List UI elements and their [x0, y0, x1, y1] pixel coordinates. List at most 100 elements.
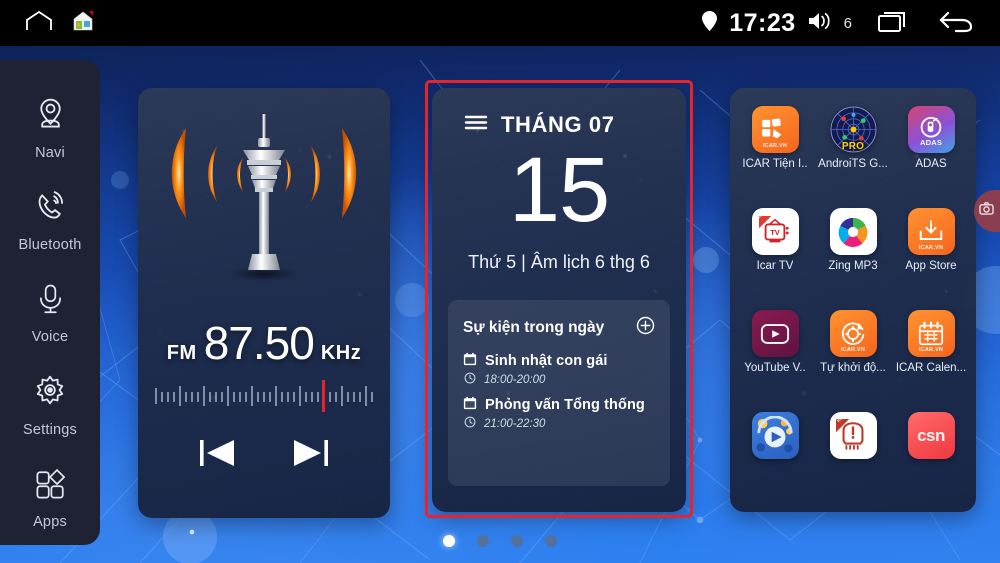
calendar-day-number: 15 [508, 139, 610, 241]
app-label: ICAR Tiện Í.. [742, 158, 808, 170]
csn-icon: csn [907, 412, 955, 459]
brand-tag: PRO [841, 141, 865, 152]
navi-pin-icon [32, 96, 69, 138]
sidebar-item-bluetooth[interactable]: Bluetooth [0, 175, 100, 268]
status-bar-clock: 17:23 [729, 8, 796, 37]
event-title-row: Phỏng vấn Tổng thống [463, 396, 655, 414]
app-item-tpms[interactable]: ICAR [814, 404, 892, 506]
calendar-events-panel: Sự kiện trong ngày Sinh nhật con gái 18:… [448, 300, 670, 486]
app-label: Icar TV [756, 260, 794, 272]
recents-square-icon[interactable] [877, 8, 911, 39]
brand-tag: ICAR.VN [762, 143, 787, 149]
fm-frequency-display: FM 87.50 KHz [138, 316, 390, 370]
location-pin-icon [701, 10, 718, 37]
volume-level: 6 [843, 14, 852, 32]
zing-mp3-icon [829, 208, 877, 255]
icar-utilities-icon: ICAR.VN [751, 106, 799, 153]
calendar-icon [463, 352, 477, 370]
next-track-icon[interactable] [288, 433, 332, 478]
app-item-icar-utilities[interactable]: ICAR.VN ICAR Tiện Í.. [736, 98, 814, 200]
prev-track-icon[interactable] [196, 433, 240, 478]
page-dot-3[interactable] [511, 535, 523, 547]
microphone-icon [33, 282, 68, 322]
brand-tag: ICAR.VN [918, 347, 943, 353]
app-label: ADAS [915, 158, 947, 170]
radio-tower-icon [138, 102, 390, 302]
back-arrow-icon[interactable] [938, 8, 976, 39]
volume-icon[interactable] [807, 10, 833, 37]
app-item-zing-mp3[interactable]: Zing MP3 [814, 200, 892, 302]
tpms-warning-icon: ICAR [829, 412, 877, 459]
app-label: YouTube V.. [744, 362, 806, 374]
app-store-download-icon: ICAR.VN [907, 208, 955, 255]
brand-tag: ICAR.VN [840, 347, 865, 353]
app-item-youtube[interactable]: YouTube V.. [736, 302, 814, 404]
app-label: App Store [905, 260, 957, 272]
fm-frequency-value: 87.50 [203, 317, 315, 369]
sidebar-item-voice[interactable]: Voice [0, 267, 100, 360]
fm-unit-label: KHz [320, 342, 362, 364]
apps-grid-icon [33, 467, 68, 507]
app-item-icar-calendar[interactable]: ICAR.VN ICAR Calen... [892, 302, 970, 404]
sidebar-item-label: Apps [33, 514, 67, 531]
app-label: AndroiTS G... [818, 158, 888, 170]
calendar-icon [463, 396, 477, 414]
event-time-row: 21:00-22:30 [463, 416, 655, 431]
app-item-media-player[interactable] [736, 404, 814, 506]
adas-camera-icon: ADAS [907, 106, 955, 153]
page-dot-4[interactable] [545, 535, 557, 547]
house-color-icon[interactable] [72, 10, 94, 37]
brand-tag: csn [917, 425, 945, 445]
camera-icon [979, 202, 994, 220]
plus-circle-icon[interactable] [636, 316, 655, 340]
home-outline-icon[interactable] [24, 9, 54, 38]
fm-tuning-scale[interactable] [152, 376, 376, 416]
sidebar-item-settings[interactable]: Settings [0, 360, 100, 453]
sidebar-item-navi[interactable]: Navi [0, 82, 100, 175]
calendar-month-label: THÁNG 07 [501, 112, 615, 137]
sidebar-item-apps[interactable]: Apps [0, 452, 100, 545]
page-indicator [0, 535, 1000, 547]
event-title-row: Sinh nhật con gái [463, 352, 655, 370]
sidebar-item-label: Bluetooth [18, 237, 82, 254]
calendar-widget[interactable]: THÁNG 07 15 Thứ 5 | Âm lịch 6 thg 6 Sự k… [432, 88, 686, 512]
fm-tuning-marker [322, 380, 325, 412]
app-label: Tự khởi độ... [820, 362, 886, 374]
hamburger-menu-icon[interactable] [464, 114, 488, 136]
clock-icon [464, 372, 476, 387]
svg-text:TV: TV [770, 227, 780, 236]
event-item[interactable]: Phỏng vấn Tổng thống 21:00-22:30 [463, 396, 655, 431]
event-time: 21:00-22:30 [484, 417, 546, 430]
fm-controls [138, 433, 390, 478]
youtube-icon [751, 310, 799, 357]
home-screen: 17:23 6 Navi Bluetooth Voice Settings Ap… [0, 0, 1000, 563]
app-item-csn[interactable]: csn [892, 404, 970, 506]
app-item-app-store[interactable]: ICAR.VN App Store [892, 200, 970, 302]
app-item-androits-gps[interactable]: PRO AndroiTS G... [814, 98, 892, 200]
phone-signal-icon [32, 188, 69, 230]
sidebar-item-label: Settings [23, 422, 77, 439]
fm-radio-widget[interactable]: FM 87.50 KHz [138, 88, 390, 518]
event-time: 18:00-20:00 [484, 373, 546, 386]
clock-icon [464, 416, 476, 431]
brand-tag: ADAS [919, 138, 943, 147]
brand-tag: ICAR.VN [918, 245, 943, 251]
status-bar: 17:23 6 [0, 0, 1000, 46]
media-player-icon [751, 412, 799, 459]
fm-band-label: FM [166, 342, 197, 364]
sidebar: Navi Bluetooth Voice Settings Apps [0, 60, 100, 545]
sidebar-item-label: Navi [35, 144, 65, 161]
tv-icon: TV ICAR [751, 208, 799, 255]
app-item-autostart[interactable]: ICAR.VN Tự khởi độ... [814, 302, 892, 404]
page-dot-2[interactable] [477, 535, 489, 547]
app-grid-widget: ICAR.VN ICAR Tiện Í.. PRO AndroiTS G... … [730, 88, 976, 512]
calendar-icon: ICAR.VN [907, 310, 955, 357]
event-item[interactable]: Sinh nhật con gái 18:00-20:00 [463, 352, 655, 387]
status-bar-right: 17:23 6 [701, 8, 1000, 39]
calendar-header: THÁNG 07 [432, 88, 686, 138]
page-dot-1[interactable] [443, 535, 455, 547]
app-item-icar-tv[interactable]: TV ICAR Icar TV [736, 200, 814, 302]
gear-icon [32, 374, 68, 415]
event-title: Sinh nhật con gái [485, 353, 608, 369]
app-item-adas[interactable]: ADAS ADAS [892, 98, 970, 200]
